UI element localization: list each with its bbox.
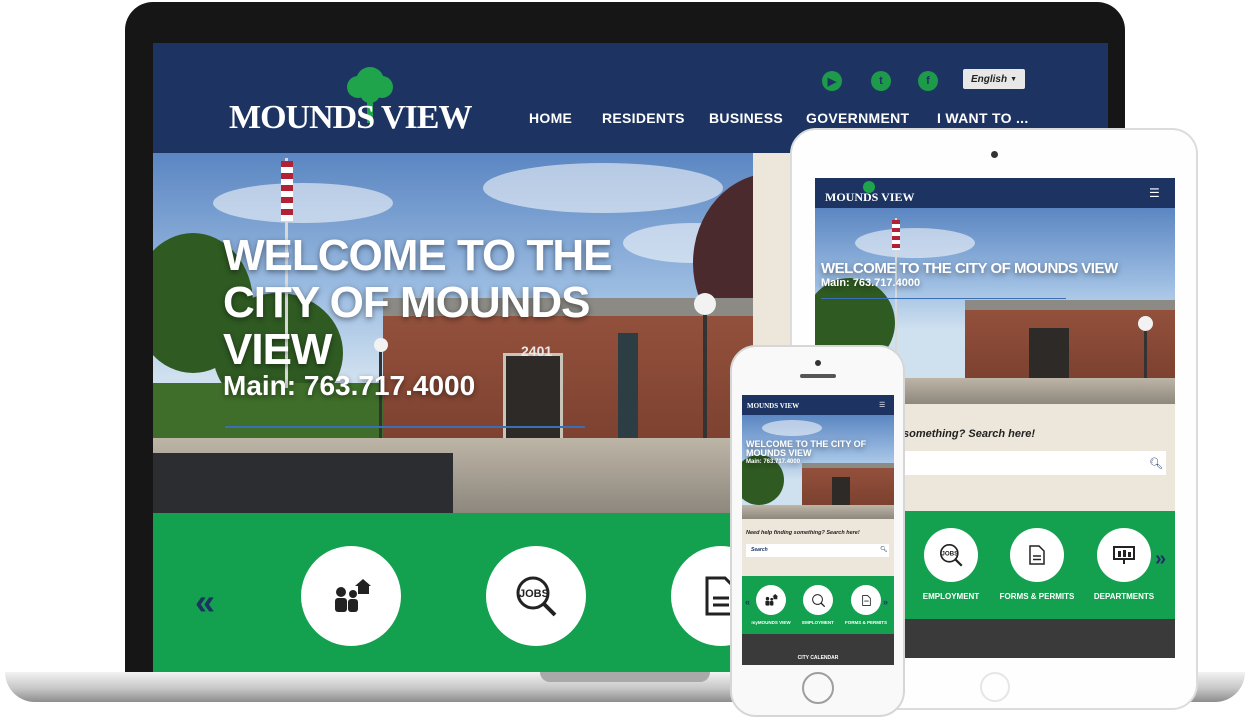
tablet-quick-link-employment[interactable]: JOBS — [924, 528, 978, 582]
phone-search-prompt: Need help finding something? Search here… — [746, 530, 860, 536]
phone-screen: MOUNDS VIEW ☰ WELCOME TO THE CITY OF MOU… — [742, 395, 894, 665]
phone-quick-link-employment[interactable] — [803, 585, 833, 615]
quick-link-employment[interactable]: JOBS — [486, 546, 586, 646]
tablet-tree-icon — [863, 181, 875, 193]
tablet-search-prompt: something? Search here! — [903, 428, 1036, 440]
nav-i-want-to[interactable]: I WANT TO ... — [937, 110, 1029, 126]
youtube-icon[interactable]: ▶ — [822, 71, 842, 91]
twitter-icon[interactable]: t — [871, 71, 891, 91]
nav-business[interactable]: BUSINESS — [709, 110, 783, 126]
phone-label-forms: FORMS & PERMITS — [844, 620, 887, 625]
document-icon — [1029, 545, 1045, 565]
nav-home[interactable]: HOME — [529, 110, 572, 126]
phone-camera — [815, 360, 821, 366]
phone-menu-icon[interactable]: ☰ — [879, 401, 885, 409]
tablet-label-employment: EMPLOYMENT — [922, 592, 980, 601]
prev-arrow-icon[interactable]: « — [195, 581, 215, 623]
jobs-search-icon — [811, 593, 825, 607]
phone-prev-arrow-icon[interactable]: « — [745, 597, 750, 607]
tablet-search-input[interactable] — [903, 451, 1166, 475]
phone-hero-title: WELCOME TO THE CITY OF MOUNDS VIEW — [746, 439, 867, 458]
hero-divider — [225, 426, 585, 428]
phone-label-employment: EMPLOYMENT — [802, 620, 834, 625]
language-label: English — [970, 73, 1008, 85]
nav-government[interactable]: GOVERNMENT — [806, 110, 909, 126]
home-family-icon — [765, 594, 778, 606]
phone-hero-phone: Main: 763.717.4000 — [746, 459, 801, 465]
logo[interactable]: MOUNDS VIEW — [225, 63, 472, 138]
flag — [281, 161, 293, 221]
phone-home-button[interactable] — [802, 672, 834, 704]
tablet-home-button[interactable] — [980, 672, 1010, 702]
jobs-search-icon: JOBS — [516, 576, 557, 617]
svg-text:JOBS: JOBS — [941, 551, 958, 558]
phone-search-input[interactable]: Search 🔍︎ — [746, 544, 889, 557]
departments-icon — [1113, 546, 1135, 564]
search-icon[interactable]: 🔍︎ — [1149, 457, 1163, 470]
hero-title-line-2: CITY OF MOUNDS — [223, 278, 591, 327]
phone-quick-link-forms[interactable] — [851, 585, 881, 615]
home-family-icon — [335, 579, 371, 612]
tablet-hero-phone: Main: 763.717.4000 — [821, 277, 921, 289]
facebook-icon[interactable]: f — [918, 71, 938, 91]
tablet-quick-link-departments[interactable] — [1097, 528, 1151, 582]
phone-label-my-mounds-view: myMOUNDS VIEW — [751, 620, 791, 625]
nav-residents[interactable]: RESIDENTS — [602, 110, 685, 126]
quick-link-my-mounds-view[interactable] — [301, 546, 401, 646]
hero-title-line-3: VIEW — [223, 325, 332, 374]
phone-speaker — [800, 374, 836, 378]
tablet-label-forms: FORMS & PERMITS — [999, 592, 1075, 601]
tablet-quick-link-forms[interactable] — [1010, 528, 1064, 582]
building-number: 2401 — [521, 343, 553, 359]
logo-text: MOUNDS VIEW — [229, 99, 472, 136]
tablet-label-departments: DEPARTMENTS — [1093, 592, 1155, 601]
tablet-hero-divider — [821, 298, 1066, 299]
phone-footer-label: CITY CALENDAR — [797, 655, 839, 661]
svg-text:JOBS: JOBS — [519, 588, 549, 600]
jobs-search-icon: JOBS — [939, 543, 963, 567]
phone-next-arrow-icon[interactable]: » — [883, 597, 888, 607]
tablet-camera — [991, 151, 998, 158]
language-select[interactable]: English ▼ — [963, 69, 1025, 89]
phone-quick-link-my-mounds-view[interactable] — [756, 585, 786, 615]
phone-search-placeholder: Search — [751, 547, 768, 553]
hamburger-menu-icon[interactable]: ☰ — [1149, 186, 1160, 200]
tablet-hero-title: WELCOME TO THE CITY OF MOUNDS VIEW — [821, 260, 1118, 277]
next-arrow-icon[interactable]: » — [1155, 548, 1166, 571]
phone-logo-text: MOUNDS VIEW — [747, 402, 800, 410]
phone-hero-image — [742, 415, 894, 519]
chevron-down-icon: ▼ — [1010, 75, 1018, 83]
laptop-notch — [540, 672, 710, 682]
hero-phone: Main: 763.717.4000 — [223, 370, 476, 401]
search-icon[interactable]: 🔍︎ — [880, 546, 888, 553]
hero-title-line-1: WELCOME TO THE — [223, 231, 613, 280]
document-icon — [861, 594, 871, 606]
